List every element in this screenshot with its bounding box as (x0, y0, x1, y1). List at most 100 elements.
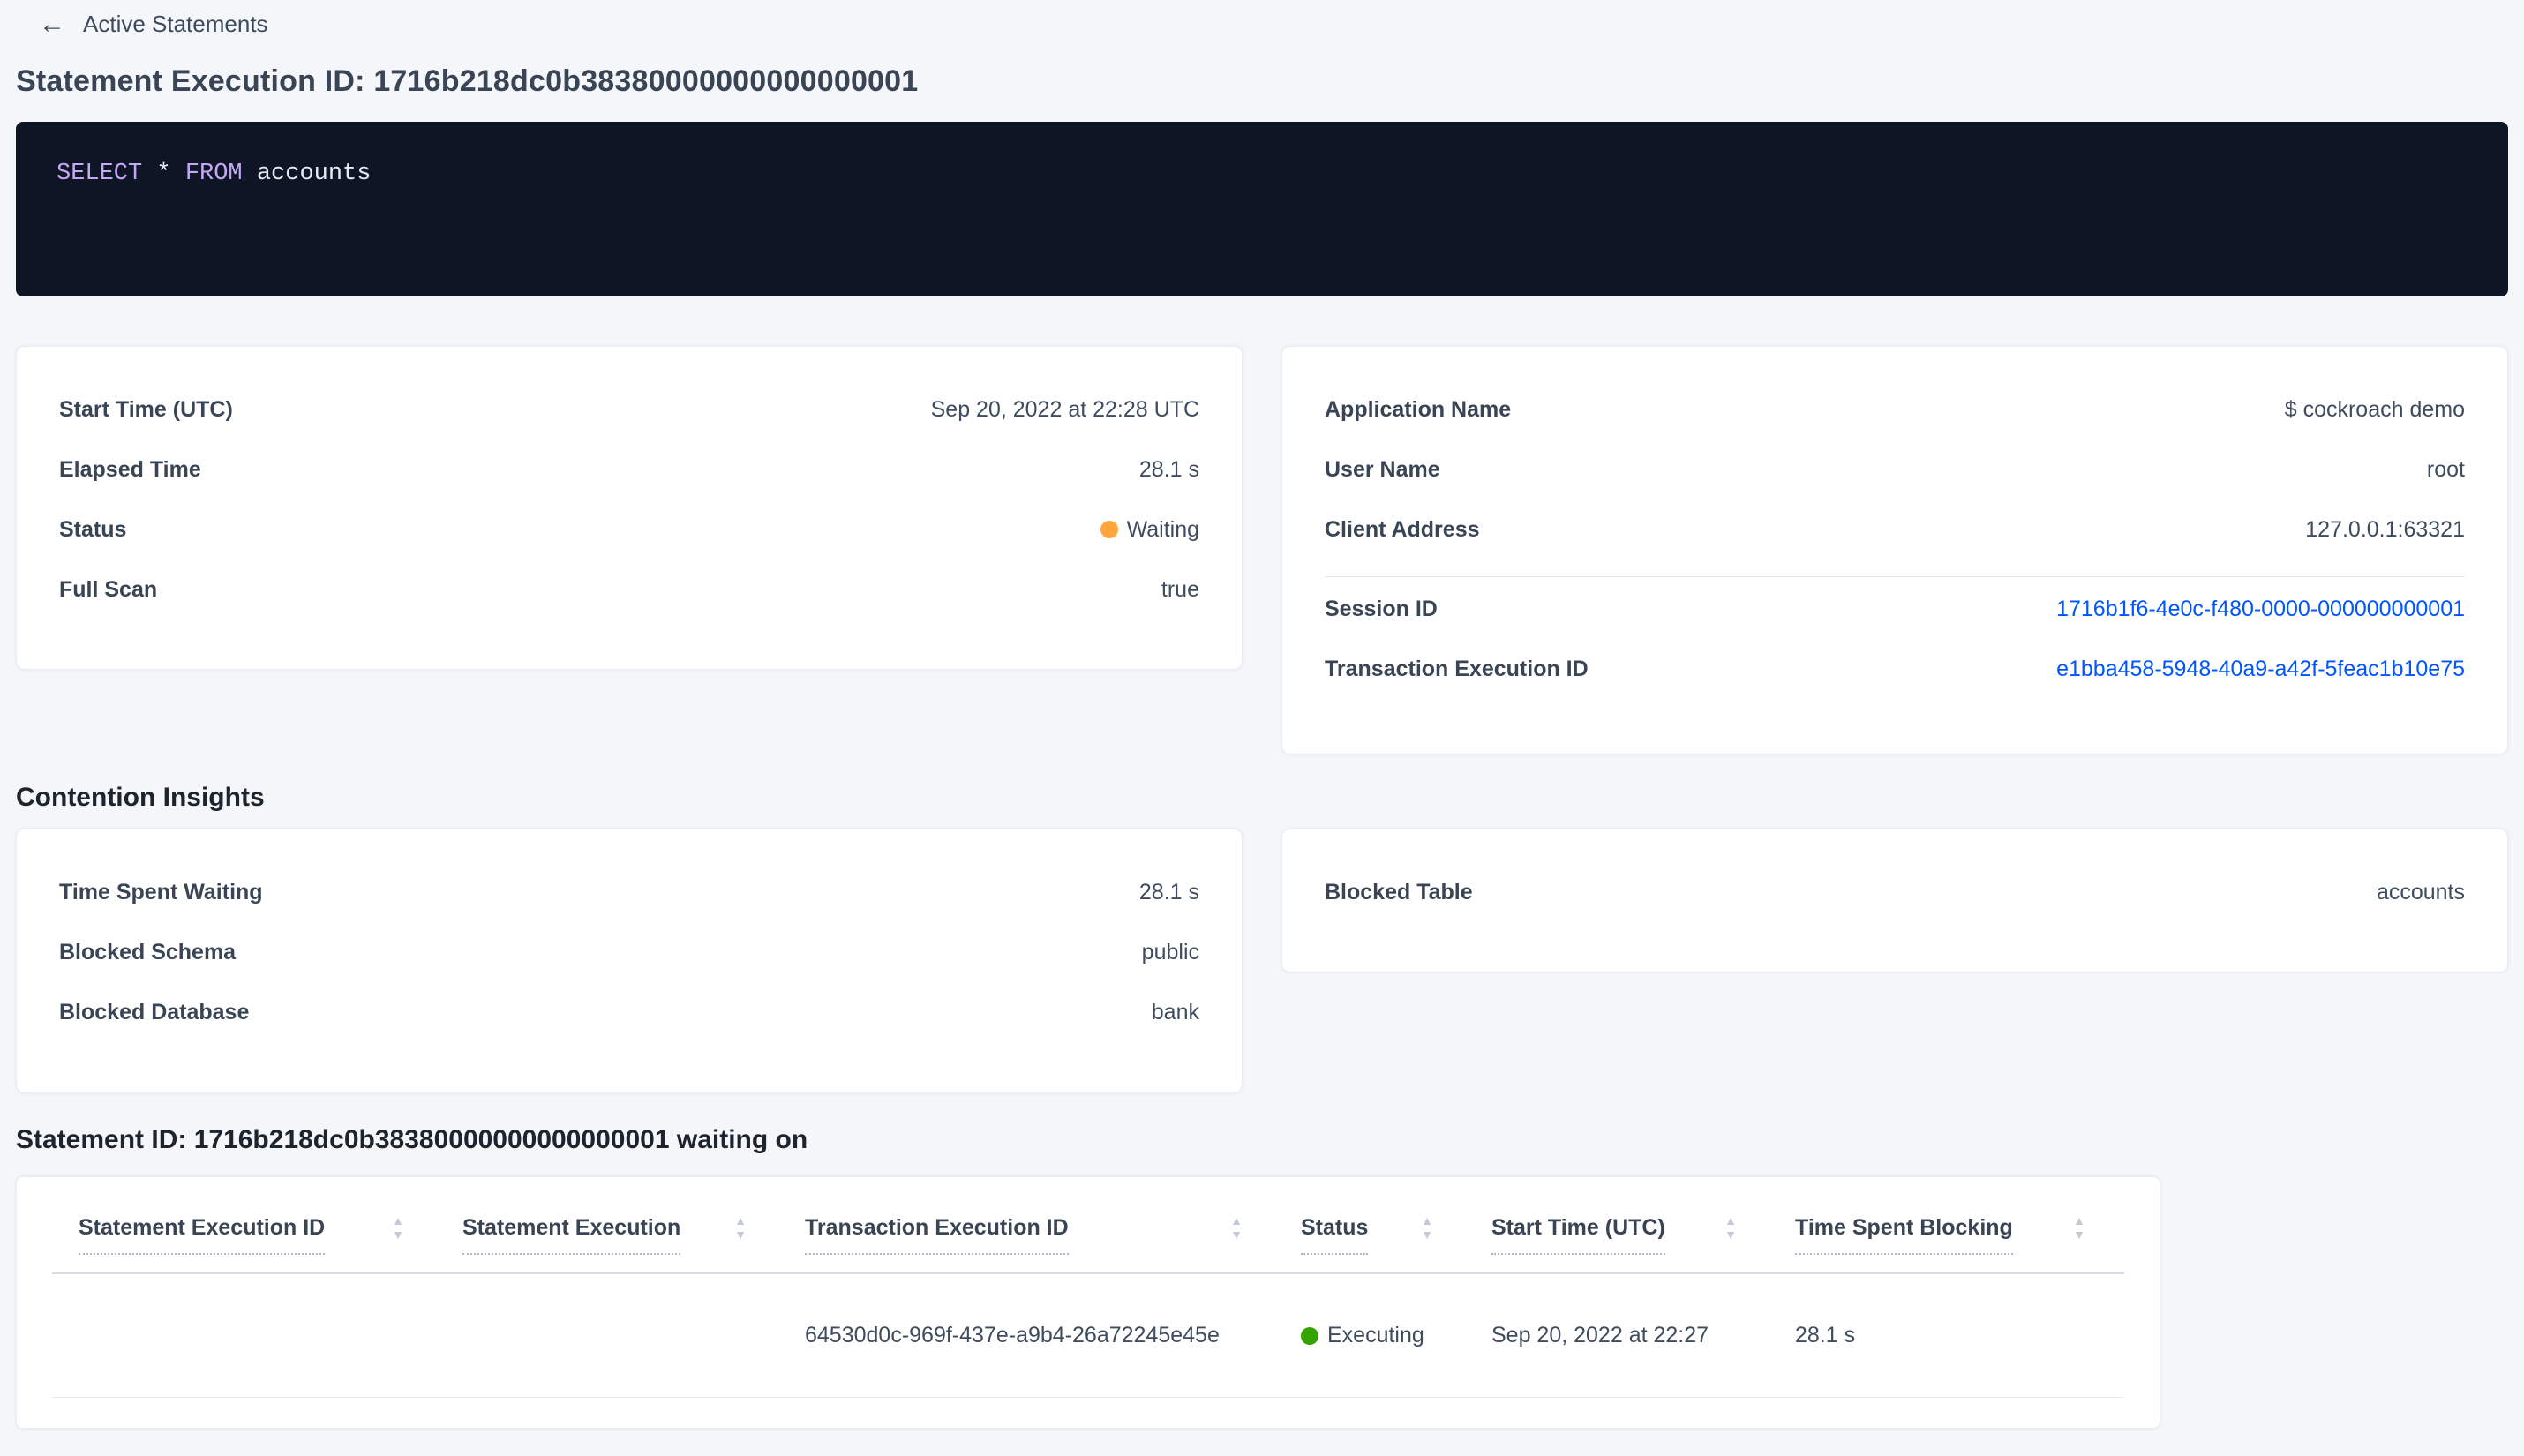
sort-asc-icon: ▲ (734, 1213, 747, 1227)
full-scan-row: Full Scan true (59, 576, 1199, 603)
column-header-start-time[interactable]: Start Time (UTC) ▲ ▼ (1465, 1214, 1769, 1255)
execution-details-card: Start Time (UTC) Sep 20, 2022 at 22:28 U… (16, 346, 1243, 670)
executing-status-dot-icon (1301, 1326, 1318, 1345)
start-time-value: Sep 20, 2022 at 22:28 UTC (930, 396, 1199, 422)
user-name-value: root (2426, 456, 2465, 482)
session-id-label: Session ID (1325, 596, 1438, 621)
status-text: Executing (1327, 1323, 1424, 1347)
sql-keyword-select: SELECT (56, 161, 143, 187)
sort-arrows-icon: ▲ ▼ (734, 1213, 747, 1242)
application-name-value: $ cockroach demo (2284, 396, 2465, 422)
status-row: Status Waiting (59, 516, 1199, 543)
user-name-row: User Name root (1325, 456, 2465, 483)
sort-asc-icon: ▲ (2073, 1213, 2085, 1227)
blocked-table-row: Blocked Table accounts (1325, 879, 2465, 905)
sql-statement-box: SELECT * FROM accounts (16, 122, 2508, 296)
blocked-table-value: accounts (2376, 879, 2465, 904)
page-title: Statement Execution ID: 1716b218dc0b3838… (16, 64, 919, 98)
sort-arrows-icon: ▲ ▼ (392, 1213, 404, 1242)
table-header-row: Statement Execution ID ▲ ▼ Statement Exe… (52, 1177, 2124, 1274)
cell-start-time: Sep 20, 2022 at 22:27 (1491, 1323, 1709, 1347)
user-name-label: User Name (1325, 456, 1440, 482)
blocked-schema-row: Blocked Schema public (59, 939, 1199, 965)
transaction-execution-id-link[interactable]: e1bba458-5948-40a9-a42f-5feac1b10e75 (2056, 657, 2465, 682)
time-spent-waiting-label: Time Spent Waiting (59, 879, 263, 904)
breadcrumb-label: Active Statements (83, 11, 268, 37)
column-label: Statement Execution ID (79, 1214, 326, 1255)
application-name-row: Application Name $ cockroach demo (1325, 396, 2465, 423)
column-header-status[interactable]: Status ▲ ▼ (1274, 1214, 1465, 1255)
client-address-value: 127.0.0.1:63321 (2305, 516, 2465, 542)
sql-statement-text: SELECT * FROM accounts (56, 161, 2468, 187)
column-header-statement-execution[interactable]: Statement Execution ▲ ▼ (436, 1214, 778, 1255)
column-label: Status (1301, 1214, 1369, 1255)
back-arrow-icon: ← (39, 9, 65, 39)
overview-cards-row: Start Time (UTC) Sep 20, 2022 at 22:28 U… (16, 346, 2508, 754)
elapsed-time-label: Elapsed Time (59, 456, 201, 482)
status-value: Waiting (1100, 517, 1199, 543)
waiting-status-dot-icon (1100, 521, 1118, 538)
cell-transaction-execution-id: 64530d0c-969f-437e-a9b4-26a72245e45e (805, 1323, 1220, 1347)
blocked-schema-label: Blocked Schema (59, 939, 237, 964)
transaction-execution-id-label: Transaction Execution ID (1325, 656, 1589, 681)
contention-cards-row: Time Spent Waiting 28.1 s Blocked Schema… (16, 829, 2508, 1093)
sort-desc-icon: ▼ (1421, 1227, 1433, 1242)
sort-desc-icon: ▼ (734, 1227, 747, 1242)
client-address-row: Client Address 127.0.0.1:63321 (1325, 516, 2465, 543)
session-id-link[interactable]: 1716b1f6-4e0c-f480-0000-000000000001 (2056, 597, 2465, 622)
session-id-row: Session ID 1716b1f6-4e0c-f480-0000-00000… (1325, 596, 2465, 622)
session-card-divider (1325, 576, 2465, 577)
status-label: Status (59, 516, 127, 542)
waiting-on-heading: Statement ID: 1716b218dc0b38380000000000… (16, 1125, 808, 1154)
column-label: Start Time (UTC) (1491, 1214, 1665, 1255)
statement-execution-page: ← Active Statements Statement Execution … (0, 0, 2524, 1429)
session-details-card: Application Name $ cockroach demo User N… (1281, 346, 2508, 754)
column-header-transaction-execution-id[interactable]: Transaction Execution ID ▲ ▼ (778, 1214, 1274, 1255)
sort-arrows-icon: ▲ ▼ (1230, 1213, 1243, 1242)
sort-arrows-icon: ▲ ▼ (1724, 1213, 1737, 1242)
column-label: Time Spent Blocking (1795, 1214, 2013, 1255)
elapsed-time-value: 28.1 s (1138, 456, 1199, 482)
time-spent-waiting-value: 28.1 s (1138, 879, 1199, 904)
sort-asc-icon: ▲ (392, 1213, 404, 1227)
application-name-label: Application Name (1325, 396, 1512, 422)
blocked-table-label: Blocked Table (1325, 879, 1473, 904)
blocked-database-label: Blocked Database (59, 999, 250, 1024)
sort-arrows-icon: ▲ ▼ (1421, 1213, 1433, 1242)
cell-time-spent-blocking: 28.1 s (1795, 1323, 1856, 1347)
blocked-database-value: bank (1151, 999, 1199, 1024)
waiting-on-table: Statement Execution ID ▲ ▼ Statement Exe… (16, 1176, 2160, 1429)
sort-desc-icon: ▼ (392, 1227, 404, 1242)
sort-asc-icon: ▲ (1724, 1213, 1737, 1227)
full-scan-label: Full Scan (59, 576, 158, 602)
sort-arrows-icon: ▲ ▼ (2073, 1213, 2085, 1242)
back-link-active-statements[interactable]: ← Active Statements (39, 0, 268, 38)
sort-desc-icon: ▼ (2073, 1227, 2085, 1242)
sort-desc-icon: ▼ (1230, 1227, 1243, 1242)
start-time-label: Start Time (UTC) (59, 396, 233, 422)
column-label: Transaction Execution ID (805, 1214, 1069, 1255)
time-spent-waiting-row: Time Spent Waiting 28.1 s (59, 879, 1199, 905)
blocked-schema-value: public (1141, 939, 1199, 964)
column-header-statement-execution-id[interactable]: Statement Execution ID ▲ ▼ (52, 1214, 436, 1255)
blocked-table-card: Blocked Table accounts (1281, 829, 2508, 972)
column-header-time-spent-blocking[interactable]: Time Spent Blocking ▲ ▼ (1769, 1214, 2117, 1255)
contention-details-card: Time Spent Waiting 28.1 s Blocked Schema… (16, 829, 1243, 1093)
full-scan-value: true (1161, 576, 1199, 602)
sql-star: * (142, 161, 185, 187)
sort-desc-icon: ▼ (1724, 1227, 1737, 1242)
contention-insights-heading: Contention Insights (16, 783, 265, 812)
column-label: Statement Execution (462, 1214, 681, 1255)
cell-status: Executing (1274, 1323, 1465, 1348)
sort-asc-icon: ▲ (1230, 1213, 1243, 1227)
table-row: 64530d0c-969f-437e-a9b4-26a72245e45e Exe… (52, 1274, 2124, 1398)
sort-asc-icon: ▲ (1421, 1213, 1433, 1227)
client-address-label: Client Address (1325, 516, 1480, 542)
elapsed-time-row: Elapsed Time 28.1 s (59, 456, 1199, 483)
status-text: Waiting (1126, 516, 1199, 542)
sql-table-name: accounts (242, 161, 372, 187)
blocked-database-row: Blocked Database bank (59, 999, 1199, 1025)
sql-keyword-from: FROM (184, 161, 243, 187)
start-time-row: Start Time (UTC) Sep 20, 2022 at 22:28 U… (59, 396, 1199, 423)
transaction-execution-id-row: Transaction Execution ID e1bba458-5948-4… (1325, 656, 2465, 682)
